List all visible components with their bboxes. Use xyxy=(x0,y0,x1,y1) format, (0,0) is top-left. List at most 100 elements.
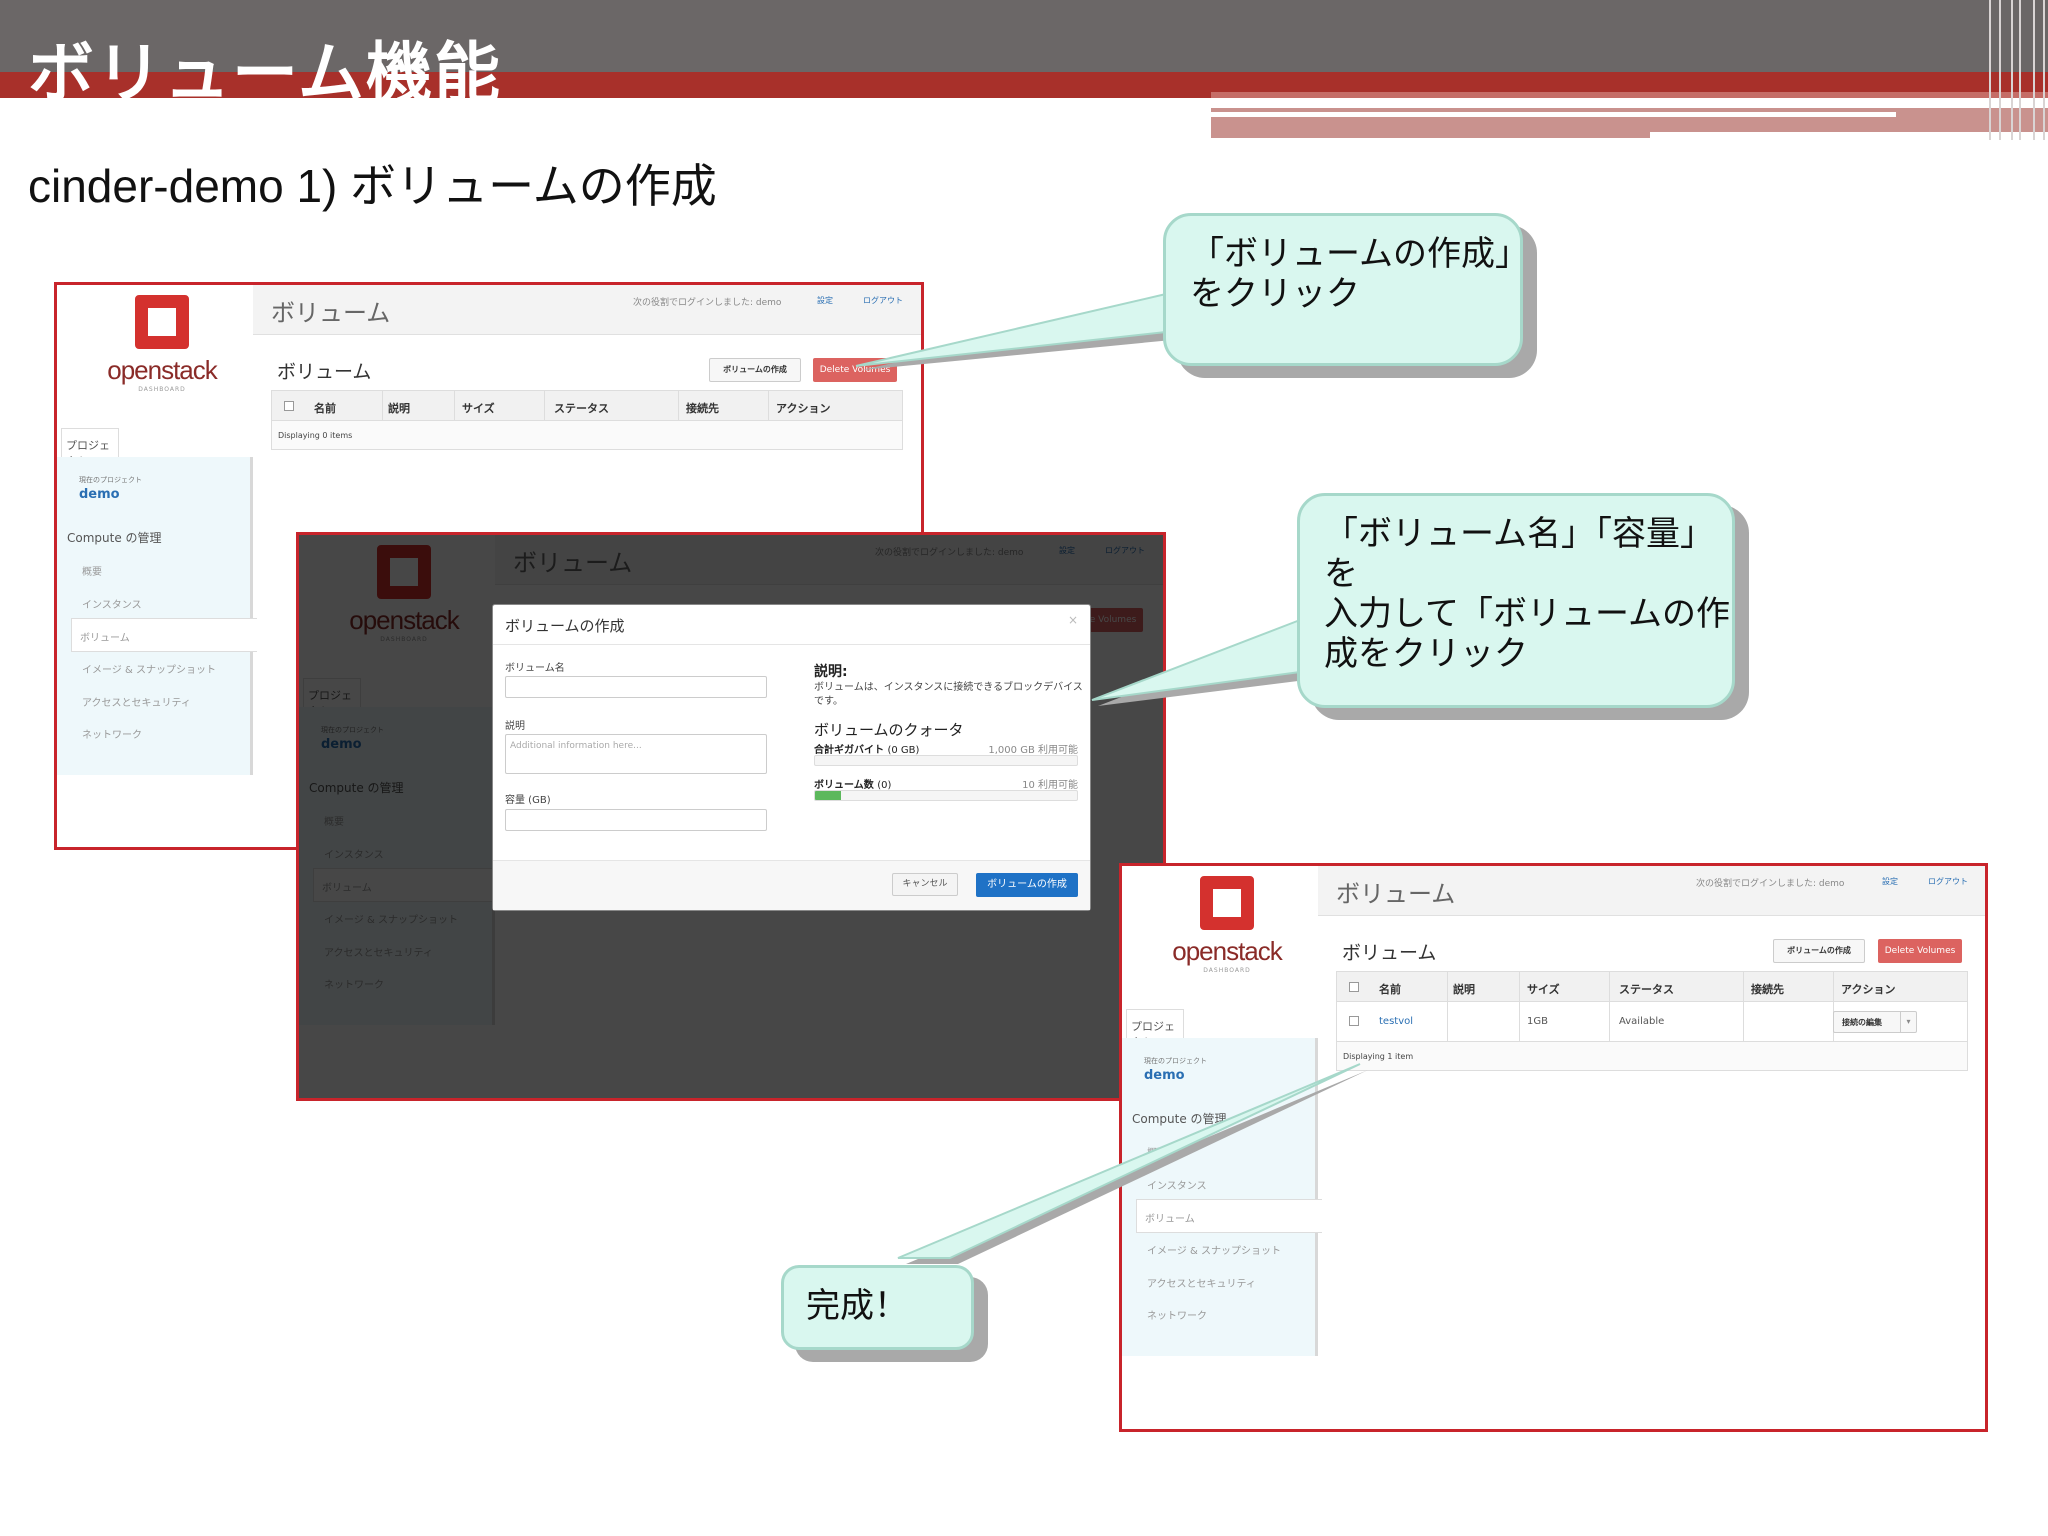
quota-gb-bar xyxy=(814,755,1078,766)
select-all-checkbox[interactable] xyxy=(284,401,294,411)
compute-header: Compute の管理 xyxy=(67,531,162,545)
column-header[interactable]: 説明 xyxy=(388,400,410,416)
volume-name-label: ボリューム名 xyxy=(505,663,565,674)
topbar-title: ボリューム xyxy=(271,299,391,327)
slide: ボリューム機能 cinder-demo 1) ボリュームの作成 openstac… xyxy=(0,0,2048,1536)
callout-line: 「ボリューム名」「容量」を xyxy=(1324,514,1714,594)
openstack-cube-icon xyxy=(135,295,189,349)
logout-link[interactable]: ログアウト xyxy=(1928,876,1968,887)
volume-name-link[interactable]: testvol xyxy=(1379,1016,1413,1027)
logout-link[interactable]: ログアウト xyxy=(863,295,903,306)
sidebar-item-network[interactable]: ネットワーク xyxy=(82,726,142,741)
quota-gb-available: 1,000 GB 利用可能 xyxy=(988,745,1078,756)
column-header[interactable]: ステータス xyxy=(1619,981,1674,997)
openstack-logo: openstack DASHBOARD xyxy=(97,295,227,393)
quota-gb-label: 合計ギガバイト (0 GB) xyxy=(814,741,919,756)
callout-text: 「ボリュームの作成」 をクリック xyxy=(1190,234,1529,314)
column-header[interactable]: 接続先 xyxy=(1751,981,1784,997)
tab-project[interactable]: プロジェクト xyxy=(61,428,119,468)
create-volume-button[interactable]: ボリュームの作成 xyxy=(1773,939,1865,963)
sidebar-item-volumes[interactable]: ボリューム xyxy=(71,618,257,652)
size-label: 容量 (GB) xyxy=(505,795,551,806)
table-header: 名前 説明 サイズ ステータス 接続先 アクション xyxy=(272,391,902,421)
description-textarea[interactable]: Additional information here... xyxy=(505,734,767,774)
cancel-button[interactable]: キャンセル xyxy=(892,873,958,896)
callout-text: 「ボリューム名」「容量」を 入力して「ボリュームの作 成をクリック xyxy=(1324,514,1732,674)
volumes-table: 名前 説明 サイズ ステータス 接続先 アクション testvol 1GB Av… xyxy=(1336,971,1968,1071)
volumes-table: 名前 説明 サイズ ステータス 接続先 アクション Displaying 0 i… xyxy=(271,390,903,450)
logo-text: openstack xyxy=(107,355,218,385)
quota-vol-bar-fill xyxy=(815,791,842,800)
column-header[interactable]: 名前 xyxy=(314,400,336,416)
table-footer: Displaying 1 item xyxy=(1343,1052,1414,1061)
login-info: 次の役割でログインしました: demo xyxy=(633,298,782,308)
column-header[interactable]: アクション xyxy=(1841,981,1895,997)
sidebar-item-network[interactable]: ネットワーク xyxy=(1147,1307,1207,1322)
create-volume-submit-button[interactable]: ボリュームの作成 xyxy=(976,873,1078,897)
size-input[interactable] xyxy=(505,809,767,831)
callout-text: 完成！ xyxy=(806,1286,908,1326)
current-project-label: 現在のプロジェクト xyxy=(79,476,142,484)
close-icon[interactable]: × xyxy=(1068,613,1078,627)
column-header[interactable]: 名前 xyxy=(1379,981,1401,997)
sidebar-item-instances[interactable]: インスタンス xyxy=(82,596,142,611)
openstack-logo: openstack DASHBOARD xyxy=(1162,876,1292,974)
logo-text: openstack xyxy=(1172,936,1283,966)
column-header[interactable]: ステータス xyxy=(554,400,609,416)
settings-link[interactable]: 設定 xyxy=(1882,876,1898,887)
sidebar-item-images[interactable]: イメージ & スナップショット xyxy=(1147,1242,1281,1257)
edit-attachments-button[interactable]: 接続の編集 ▾ xyxy=(1833,1011,1917,1033)
callout-line: 成をクリック xyxy=(1324,634,1528,674)
logo-subtext: DASHBOARD xyxy=(138,386,186,393)
current-project[interactable]: demo xyxy=(79,487,120,502)
volume-status: Available xyxy=(1619,1016,1665,1027)
callout-line: 完成！ xyxy=(806,1286,908,1326)
create-volume-button[interactable]: ボリュームの作成 xyxy=(709,358,801,382)
header-decoration xyxy=(1985,0,2048,140)
sidebar-item-access[interactable]: アクセスとセキュリティ xyxy=(82,694,191,709)
sidebar-item-images[interactable]: イメージ & スナップショット xyxy=(82,661,216,676)
sidebar-item-overview[interactable]: 概要 xyxy=(82,563,102,578)
volume-name-input[interactable] xyxy=(505,676,767,698)
delete-volumes-button[interactable]: Delete Volumes xyxy=(813,358,897,382)
caret-down-icon[interactable]: ▾ xyxy=(1900,1012,1916,1032)
quota-vol-bar xyxy=(814,790,1078,801)
slide-title: ボリューム機能 xyxy=(28,35,503,112)
current-project-label: 現在のプロジェクト xyxy=(1144,1057,1207,1065)
sidebar-item-instances[interactable]: インスタンス xyxy=(1147,1177,1207,1192)
section-title: ボリューム xyxy=(1342,942,1437,964)
description-label: 説明 xyxy=(505,721,525,732)
edit-attachments-label: 接続の編集 xyxy=(1842,1018,1882,1027)
quota-title: ボリュームのクォータ xyxy=(814,721,964,739)
column-header[interactable]: サイズ xyxy=(1527,981,1560,997)
callout-enter-fields: 「ボリューム名」「容量」を 入力して「ボリュームの作 成をクリック xyxy=(1297,493,1735,708)
openstack-cube-icon xyxy=(1200,876,1254,930)
callout-line: 入力して「ボリュームの作 xyxy=(1324,594,1730,634)
column-header[interactable]: アクション xyxy=(776,400,830,416)
current-project[interactable]: demo xyxy=(1144,1068,1185,1083)
sidebar-item-overview[interactable]: 概要 xyxy=(1147,1144,1167,1159)
column-header[interactable]: 説明 xyxy=(1453,981,1475,997)
create-volume-modal: ボリュームの作成 × ボリューム名 説明 Additional informat… xyxy=(492,604,1091,911)
modal-title: ボリュームの作成 xyxy=(505,617,625,635)
sidebar-item-volumes[interactable]: ボリューム xyxy=(1136,1199,1322,1233)
column-header[interactable]: 接続先 xyxy=(686,400,719,416)
callout-line: 「ボリュームの作成」 xyxy=(1190,234,1529,274)
callout-line: をクリック xyxy=(1190,274,1360,314)
screenshot-volume-created: openstack DASHBOARD プロジェクト 現在のプロジェクト dem… xyxy=(1119,863,1988,1432)
section-title: ボリューム xyxy=(277,361,372,383)
logo-subtext: DASHBOARD xyxy=(1203,967,1251,974)
delete-volumes-button[interactable]: Delete Volumes xyxy=(1878,939,1962,963)
select-all-checkbox[interactable] xyxy=(1349,982,1359,992)
volume-size: 1GB xyxy=(1527,1016,1548,1027)
topbar: ボリューム 次の役割でログインしました: demo 設定 ログアウト xyxy=(253,285,921,335)
row-checkbox[interactable] xyxy=(1349,1016,1359,1026)
sidebar-item-access[interactable]: アクセスとセキュリティ xyxy=(1147,1275,1256,1290)
table-header: 名前 説明 サイズ ステータス 接続先 アクション xyxy=(1337,972,1967,1002)
settings-link[interactable]: 設定 xyxy=(817,295,833,306)
callout-done: 完成！ xyxy=(781,1265,974,1350)
tab-project[interactable]: プロジェクト xyxy=(1126,1009,1184,1049)
column-header[interactable]: サイズ xyxy=(462,400,495,416)
slide-subtitle: cinder-demo 1) ボリュームの作成 xyxy=(28,160,717,212)
table-footer: Displaying 0 items xyxy=(278,431,353,440)
